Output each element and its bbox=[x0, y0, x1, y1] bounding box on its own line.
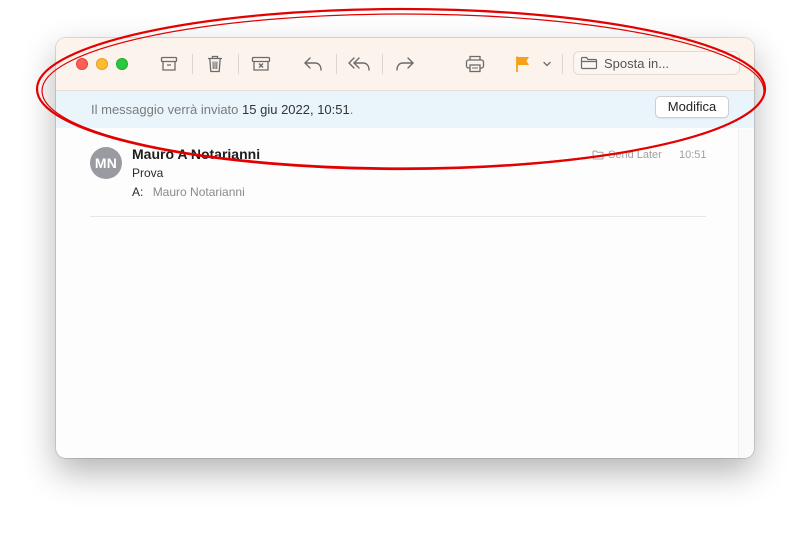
archive-icon bbox=[160, 56, 178, 71]
header-divider bbox=[90, 216, 706, 217]
toolbar: Sposta in... bbox=[56, 38, 754, 91]
message-subject: Prova bbox=[132, 166, 164, 180]
sender-name[interactable]: Mauro A Notarianni bbox=[132, 146, 260, 162]
folder-icon bbox=[580, 56, 598, 70]
forward-icon bbox=[396, 57, 414, 71]
scrollbar[interactable] bbox=[738, 129, 754, 458]
mailbox-name: Send Later bbox=[608, 149, 662, 161]
move-to-label: Sposta in... bbox=[604, 55, 670, 71]
move-to-mailbox-button[interactable]: Sposta in... bbox=[573, 51, 740, 75]
flag-menu-button[interactable] bbox=[540, 52, 554, 76]
flag-icon bbox=[516, 56, 529, 72]
delete-button[interactable] bbox=[202, 52, 228, 76]
junk-button[interactable] bbox=[248, 52, 274, 76]
reply-button[interactable] bbox=[300, 52, 326, 76]
reply-all-icon bbox=[348, 57, 370, 71]
send-later-prefix: Il messaggio verrà inviato bbox=[91, 102, 239, 117]
flag-button[interactable] bbox=[510, 52, 536, 76]
archive-button[interactable] bbox=[156, 52, 182, 76]
send-later-suffix: . bbox=[349, 102, 354, 117]
maximize-button[interactable] bbox=[116, 58, 128, 70]
send-later-date: 15 giu 2022, 10:51 bbox=[242, 102, 350, 117]
mailbox-label: Send Later bbox=[592, 149, 662, 161]
avatar: MN bbox=[90, 147, 122, 179]
print-button[interactable] bbox=[462, 52, 488, 76]
junk-icon bbox=[251, 56, 271, 71]
chevron-down-icon bbox=[543, 61, 551, 67]
recipient-name[interactable]: Mauro Notarianni bbox=[153, 185, 245, 199]
message-time: 10:51 bbox=[679, 149, 707, 161]
trash-icon bbox=[208, 55, 222, 73]
folder-icon bbox=[592, 150, 604, 160]
send-later-banner: Il messaggio verrà inviato 15 giu 2022, … bbox=[56, 91, 754, 128]
send-later-text: Il messaggio verrà inviato 15 giu 2022, … bbox=[91, 102, 353, 117]
edit-button[interactable]: Modifica bbox=[655, 96, 729, 118]
reply-icon bbox=[304, 57, 322, 71]
minimize-button[interactable] bbox=[96, 58, 108, 70]
mail-window: Sposta in... Il messaggio verrà inviato … bbox=[56, 38, 754, 458]
reply-all-button[interactable] bbox=[346, 52, 372, 76]
recipient-row: A: Mauro Notarianni bbox=[132, 185, 245, 199]
close-button[interactable] bbox=[76, 58, 88, 70]
print-icon bbox=[465, 55, 485, 73]
forward-button[interactable] bbox=[392, 52, 418, 76]
to-label: A: bbox=[132, 185, 144, 199]
